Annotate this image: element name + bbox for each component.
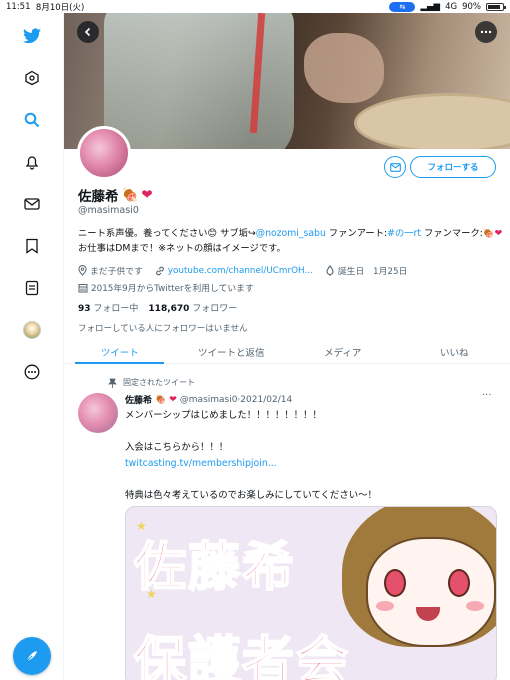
tweet-line: 特典は色々考えているのでお楽しみにしていてください〜！	[125, 490, 377, 501]
follow-counts: 93 フォロー中 118,670 フォロワー	[78, 301, 237, 314]
bio-text: ファンマーク:	[421, 228, 483, 239]
chibi-eye	[384, 569, 406, 597]
sub-account-link[interactable]: @nozomi_sabu	[256, 228, 326, 239]
calendar-icon	[78, 283, 88, 292]
tweet-line: メンバーシップはじめました！！！！！！！！	[125, 410, 322, 421]
compose-icon	[26, 651, 37, 662]
pinned-label: 固定されたツイート	[123, 378, 195, 387]
chibi-cheek	[376, 601, 394, 611]
profile-icon[interactable]	[17, 315, 47, 345]
side-nav	[0, 13, 64, 680]
following-count[interactable]: 93 フォロー中	[78, 301, 138, 314]
tab-tweets-replies[interactable]: ツイートと返信	[176, 340, 288, 363]
joined-item: 2015年9月からTwitterを利用しています	[78, 281, 254, 294]
handle: @masimasi0	[78, 205, 139, 216]
tweet-body: メンバーシップはじめました！！！！！！！！ 入会はこちらから！！！ twitca…	[125, 408, 495, 504]
link-status-icon: ⇆	[389, 1, 416, 12]
status-date: 8月10日(火)	[35, 2, 85, 13]
mail-icon[interactable]	[17, 189, 47, 219]
meat-emoji-icon: 🍖	[482, 228, 495, 239]
message-button[interactable]	[384, 156, 406, 178]
profile-main: フォローする 佐藤希 🍖 ❤ @masimasi0 ニート系声優。養ってください…	[64, 13, 510, 680]
smile-emoji-icon: 😊	[207, 228, 218, 239]
pin-icon	[108, 378, 117, 388]
heart-icon: ❤	[141, 187, 153, 203]
website-item[interactable]: youtube.com/channel/UCmrOH...	[155, 266, 313, 276]
chibi-cheek	[466, 601, 484, 611]
tweet-line: 入会はこちらから！！！	[125, 442, 229, 453]
chibi-eye	[448, 569, 470, 597]
bio-text: ファンアート:	[325, 228, 388, 239]
search-icon[interactable]	[17, 105, 47, 135]
signal-icon: ▂▄▆	[420, 1, 441, 12]
battery-icon	[486, 2, 506, 11]
status-time: 11:51	[6, 1, 31, 12]
heart-icon: ❤	[494, 228, 503, 239]
following-number: 93	[78, 304, 91, 314]
list-icon[interactable]	[17, 273, 47, 303]
tab-tweets[interactable]: ツイート	[64, 340, 176, 364]
profile-meta-row-2: 2015年9月からTwitterを利用しています	[78, 281, 254, 294]
bell-icon[interactable]	[17, 147, 47, 177]
birthday-icon	[326, 265, 334, 276]
follow-button[interactable]: フォローする	[410, 156, 496, 178]
profile-banner	[64, 13, 510, 149]
tweet-author[interactable]: 佐藤希	[125, 393, 152, 406]
location-text: まだ子供です	[90, 267, 143, 277]
more-dots-icon[interactable]	[475, 21, 497, 43]
back-icon[interactable]	[77, 21, 99, 43]
location-item: まだ子供です	[78, 264, 143, 277]
compose-button[interactable]	[13, 637, 51, 675]
website-link[interactable]: youtube.com/channel/UCmrOH...	[168, 266, 313, 276]
joined-text: 2015年9月からTwitterを利用しています	[91, 284, 254, 294]
tweet-meta: @masimasi0·2021/02/14	[179, 394, 293, 405]
media-title: 佐藤希	[133, 536, 297, 599]
tweet-more-icon[interactable]: ···	[482, 390, 492, 401]
birthday-item: 誕生日 1月25日	[325, 264, 408, 277]
tweet-media-image[interactable]: ★ ★ 佐藤希 保護者会	[125, 506, 497, 680]
location-icon	[78, 265, 87, 276]
meat-emoji-icon: 🍖	[121, 187, 139, 203]
bio-text: サブ垢↪	[217, 228, 256, 239]
mutual-followers-note: フォローしている人にフォロワーはいません	[78, 324, 248, 334]
battery-percent: 90%	[462, 1, 481, 12]
twitter-logo-icon[interactable]	[17, 21, 47, 51]
followers-label: フォロワー	[192, 304, 238, 314]
bookmark-icon[interactable]	[17, 231, 47, 261]
display-name-text: 佐藤希	[78, 189, 119, 205]
profile-tabs: ツイート ツイートと返信 メディア いいね	[64, 340, 510, 364]
following-label: フォロー中	[93, 304, 139, 314]
link-icon	[155, 266, 164, 275]
birthday-text: 誕生日 1月25日	[337, 267, 408, 277]
bio-text: お仕事はDMまで！※ネットの顔はイメージです。	[78, 243, 286, 254]
pinned-indicator: 固定されたツイート	[108, 377, 195, 388]
bio: ニート系声優。養ってください😊 サブ垢↪@nozomi_sabu ファンアート:…	[78, 226, 504, 256]
network-type: 4G	[445, 1, 458, 12]
media-subtitle: 保護者会	[133, 630, 351, 680]
chibi-face	[366, 537, 496, 647]
tweet-link[interactable]: twitcasting.tv/membershipjoin...	[125, 456, 495, 472]
profile-avatar[interactable]	[77, 126, 131, 180]
meat-emoji-icon: 🍖	[155, 394, 167, 405]
fanart-hashtag-link[interactable]: #の一rt	[387, 228, 421, 239]
more-icon[interactable]	[17, 357, 47, 387]
display-name: 佐藤希 🍖 ❤	[78, 185, 153, 205]
followers-number: 118,670	[148, 304, 190, 314]
tab-likes[interactable]: いいね	[399, 340, 510, 363]
status-bar: 11:51 8月10日(火) ⇆ ▂▄▆ 4G 90%	[0, 0, 510, 13]
mail-icon	[389, 162, 401, 172]
tab-media[interactable]: メディア	[287, 340, 399, 363]
tweet-avatar[interactable]	[78, 393, 118, 433]
heart-icon: ❤	[169, 394, 177, 405]
bio-text: ニート系声優。養ってください	[78, 228, 208, 239]
explore-icon[interactable]	[17, 63, 47, 93]
followers-count[interactable]: 118,670 フォロワー	[148, 301, 237, 314]
profile-meta-row-1: まだ子供です youtube.com/channel/UCmrOH... 誕生日…	[78, 264, 407, 277]
tweet-header: 佐藤希 🍖 ❤ @masimasi0·2021/02/14	[125, 393, 293, 407]
